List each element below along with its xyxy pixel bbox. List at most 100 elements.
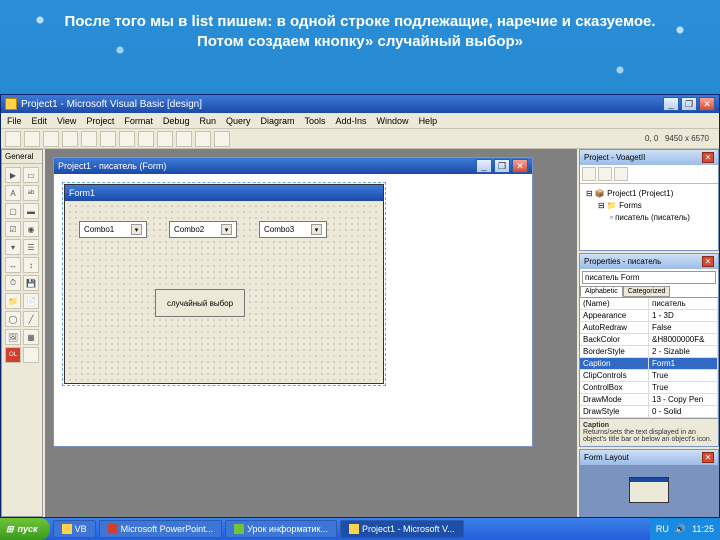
- property-row[interactable]: ClipControlsTrue: [580, 370, 718, 382]
- drive-tool[interactable]: 💾: [23, 275, 39, 291]
- vscroll-tool[interactable]: ↕: [23, 257, 39, 273]
- toolbar-button[interactable]: [119, 131, 135, 147]
- button-tool[interactable]: ▬: [23, 203, 39, 219]
- menu-item[interactable]: Query: [226, 116, 251, 126]
- menu-item[interactable]: Run: [199, 116, 216, 126]
- toolbar-button[interactable]: [157, 131, 173, 147]
- property-row[interactable]: ControlBoxTrue: [580, 382, 718, 394]
- tab-alphabetic[interactable]: Alphabetic: [580, 286, 623, 297]
- textbox-tool[interactable]: ab: [23, 185, 39, 201]
- taskbar-item[interactable]: VB: [53, 520, 96, 538]
- dropdown-icon[interactable]: ▾: [131, 224, 142, 235]
- menu-item[interactable]: View: [57, 116, 76, 126]
- property-row[interactable]: Appearance1 - 3D: [580, 310, 718, 322]
- label-tool[interactable]: A: [5, 185, 21, 201]
- close-button[interactable]: ✕: [699, 97, 715, 111]
- toggle-folders-button[interactable]: [614, 167, 628, 181]
- dropdown-icon[interactable]: ▾: [221, 224, 232, 235]
- tool[interactable]: [23, 347, 39, 363]
- property-row[interactable]: DrawMode13 - Copy Pen: [580, 394, 718, 406]
- dir-tool[interactable]: 📁: [5, 293, 21, 309]
- tray-icon[interactable]: 🔊: [675, 524, 686, 535]
- menu-item[interactable]: Format: [124, 116, 153, 126]
- menu-item[interactable]: Diagram: [260, 116, 294, 126]
- tree-forms-folder[interactable]: ⊟ 📁 Forms: [586, 200, 712, 212]
- random-choice-button[interactable]: случайный выбор: [155, 289, 245, 317]
- menu-item[interactable]: Add-Ins: [336, 116, 367, 126]
- toolbar-button[interactable]: [138, 131, 154, 147]
- menu-item[interactable]: File: [7, 116, 22, 126]
- menu-item[interactable]: Window: [377, 116, 409, 126]
- toolbar-button[interactable]: [24, 131, 40, 147]
- toolbar-button[interactable]: [195, 131, 211, 147]
- menu-item[interactable]: Help: [419, 116, 438, 126]
- form-layout-mini-form[interactable]: [629, 477, 669, 503]
- property-row[interactable]: BorderStyle2 - Sizable: [580, 346, 718, 358]
- maximize-button[interactable]: ❐: [681, 97, 697, 111]
- dropdown-icon[interactable]: ▾: [311, 224, 322, 235]
- data-tool[interactable]: ▦: [23, 329, 39, 345]
- toolbar-button[interactable]: [43, 131, 59, 147]
- vb-titlebar[interactable]: Project1 - Microsoft Visual Basic [desig…: [1, 95, 719, 113]
- taskbar-item-active[interactable]: Project1 - Microsoft V...: [340, 520, 464, 538]
- start-button[interactable]: ⊞ пуск: [0, 518, 50, 540]
- checkbox-tool[interactable]: ☑: [5, 221, 21, 237]
- option-tool[interactable]: ◉: [23, 221, 39, 237]
- taskbar-item[interactable]: Microsoft PowerPoint...: [99, 520, 223, 538]
- form-selection-handles[interactable]: [62, 182, 386, 386]
- panel-close-icon[interactable]: ✕: [702, 152, 714, 163]
- property-row[interactable]: CaptionForm1: [580, 358, 718, 370]
- designer-minimize[interactable]: _: [476, 159, 492, 173]
- tab-categorized[interactable]: Categorized: [623, 286, 671, 297]
- menu-item[interactable]: Project: [86, 116, 114, 126]
- file-tool[interactable]: 📄: [23, 293, 39, 309]
- menu-item[interactable]: Tools: [305, 116, 326, 126]
- designer-close[interactable]: ✕: [512, 159, 528, 173]
- designer-maximize[interactable]: ❐: [494, 159, 510, 173]
- toolbar-button[interactable]: [81, 131, 97, 147]
- toolbar-button[interactable]: [176, 131, 192, 147]
- project-tree[interactable]: ⊟ 📦 Project1 (Project1) ⊟ 📁 Forms ▫ писа…: [580, 184, 718, 250]
- properties-grid[interactable]: (Name)писательAppearance1 - 3DAutoRedraw…: [580, 297, 718, 418]
- system-tray[interactable]: RU 🔊 11:25: [650, 518, 720, 540]
- menu-item[interactable]: Edit: [32, 116, 48, 126]
- listbox-tool[interactable]: ☰: [23, 239, 39, 255]
- taskbar-item[interactable]: Урок информатик...: [225, 520, 337, 538]
- clock[interactable]: 11:25: [692, 524, 714, 534]
- property-row[interactable]: DrawStyle0 - Solid: [580, 406, 718, 418]
- toolbar-button[interactable]: [62, 131, 78, 147]
- menubar[interactable]: File Edit View Project Format Debug Run …: [1, 113, 719, 129]
- tree-form-node[interactable]: ▫ писатель (писатель): [586, 212, 712, 224]
- frame-tool[interactable]: ▢: [5, 203, 21, 219]
- timer-tool[interactable]: ⏱: [5, 275, 21, 291]
- combo2-control[interactable]: Combo2▾: [169, 221, 237, 238]
- form-layout-preview[interactable]: [580, 465, 718, 516]
- toolbar-button[interactable]: [5, 131, 21, 147]
- property-row[interactable]: BackColor&H8000000F&: [580, 334, 718, 346]
- language-indicator[interactable]: RU: [656, 524, 669, 534]
- menu-item[interactable]: Debug: [163, 116, 190, 126]
- minimize-button[interactable]: _: [663, 97, 679, 111]
- pointer-tool[interactable]: ▶: [5, 167, 21, 183]
- view-object-button[interactable]: [598, 167, 612, 181]
- line-tool[interactable]: ╱: [23, 311, 39, 327]
- property-row[interactable]: (Name)писатель: [580, 298, 718, 310]
- picturebox-tool[interactable]: ▭: [23, 167, 39, 183]
- panel-close-icon[interactable]: ✕: [702, 452, 714, 463]
- object-selector[interactable]: писатель Form: [582, 271, 716, 284]
- image-tool[interactable]: 🖼: [5, 329, 21, 345]
- view-code-button[interactable]: [582, 167, 596, 181]
- taskbar[interactable]: ⊞ пуск VB Microsoft PowerPoint... Урок и…: [0, 518, 720, 540]
- panel-close-icon[interactable]: ✕: [702, 256, 714, 267]
- toolbar[interactable]: 0, 0 9450 x 6570: [1, 129, 719, 149]
- toolbar-button[interactable]: [100, 131, 116, 147]
- combo1-control[interactable]: Combo1▾: [79, 221, 147, 238]
- combo-tool[interactable]: ▾: [5, 239, 21, 255]
- shape-tool[interactable]: ◯: [5, 311, 21, 327]
- hscroll-tool[interactable]: ↔: [5, 257, 21, 273]
- property-row[interactable]: AutoRedrawFalse: [580, 322, 718, 334]
- tree-project-node[interactable]: ⊟ 📦 Project1 (Project1): [586, 188, 712, 200]
- form-designer-window[interactable]: Project1 - писатель (Form) _ ❐ ✕ Form1: [53, 157, 533, 447]
- combo3-control[interactable]: Combo3▾: [259, 221, 327, 238]
- ole-tool[interactable]: OL: [5, 347, 21, 363]
